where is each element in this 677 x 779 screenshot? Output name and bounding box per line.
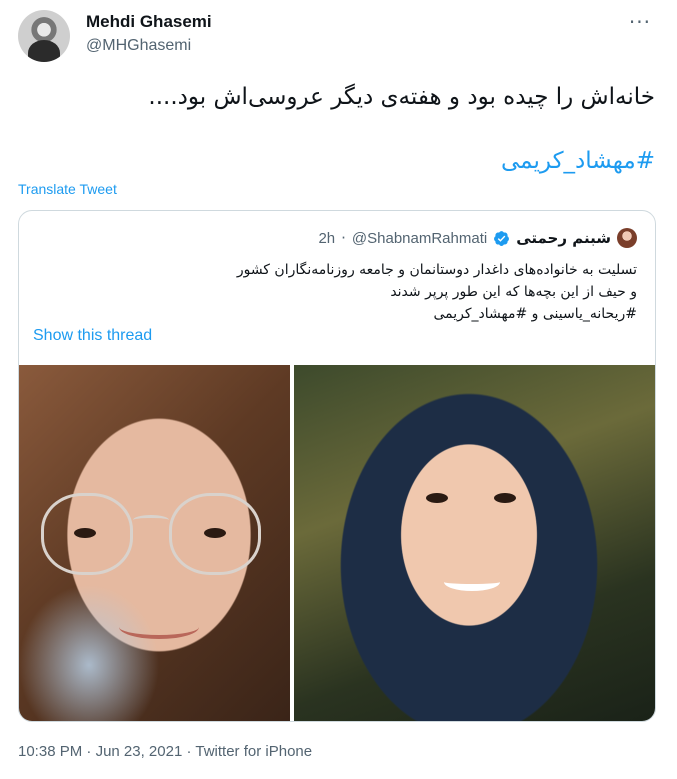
quoted-tweet-hashtags[interactable]: #ریحانه_یاسینی و #مهشاد_کریمی	[37, 303, 638, 325]
tweet-source[interactable]: Twitter for iPhone	[195, 743, 312, 760]
quoted-author-handle: @ShabnamRahmati	[351, 229, 488, 247]
verified-badge-icon	[494, 230, 510, 246]
photo-detail	[41, 493, 133, 575]
translate-tweet-link[interactable]: Translate Tweet	[18, 181, 117, 197]
quoted-photo-right[interactable]	[294, 365, 655, 721]
tweet-time[interactable]: 10:38 PM	[18, 743, 82, 760]
quoted-photo-left[interactable]	[19, 365, 290, 721]
photo-detail	[494, 493, 516, 503]
photo-detail	[119, 615, 199, 639]
author-avatar[interactable]	[18, 10, 70, 62]
quoted-author-avatar	[617, 228, 637, 248]
quoted-tweet-line: تسلیت به خانواده‌های داغدار دوستانمان و …	[236, 262, 637, 278]
quoted-tweet-text: تسلیت به خانواده‌های داغدار دوستانمان و …	[37, 259, 637, 325]
photo-detail	[426, 493, 448, 503]
quoted-tweet-card[interactable]: 2h · @ShabnamRahmati شبنم رحمتی تسلیت به…	[18, 210, 656, 722]
quoted-tweet-time[interactable]: 2h	[318, 230, 335, 247]
photo-detail	[169, 493, 261, 575]
meta-separator: ·	[82, 743, 96, 760]
quoted-tweet-line: و حیف از این بچه‌ها که این طور پرپر شدند	[390, 284, 637, 300]
show-thread-link[interactable]: Show this thread	[33, 327, 152, 345]
quoted-tweet-header: 2h · @ShabnamRahmati شبنم رحمتی	[318, 227, 637, 249]
more-options-icon[interactable]: ···	[629, 10, 651, 34]
quoted-tweet-separator: ·	[341, 229, 346, 247]
photo-detail	[444, 573, 500, 591]
author-handle[interactable]: @MHGhasemi	[86, 37, 191, 55]
meta-separator: ·	[182, 743, 196, 760]
tweet-text: خانه‌اش را چیده بود و هفته‌ی دیگر عروسی‌…	[148, 84, 655, 110]
author-name[interactable]: Mehdi Ghasemi	[86, 12, 212, 32]
tweet-metadata: 10:38 PM · Jun 23, 2021 · Twitter for iP…	[18, 743, 312, 760]
photo-detail	[133, 515, 169, 525]
tweet-hashtag-link[interactable]: #مهشاد_کریمی	[501, 148, 655, 174]
tweet-date[interactable]: Jun 23, 2021	[96, 743, 183, 760]
quoted-author-name: شبنم رحمتی	[516, 229, 611, 247]
